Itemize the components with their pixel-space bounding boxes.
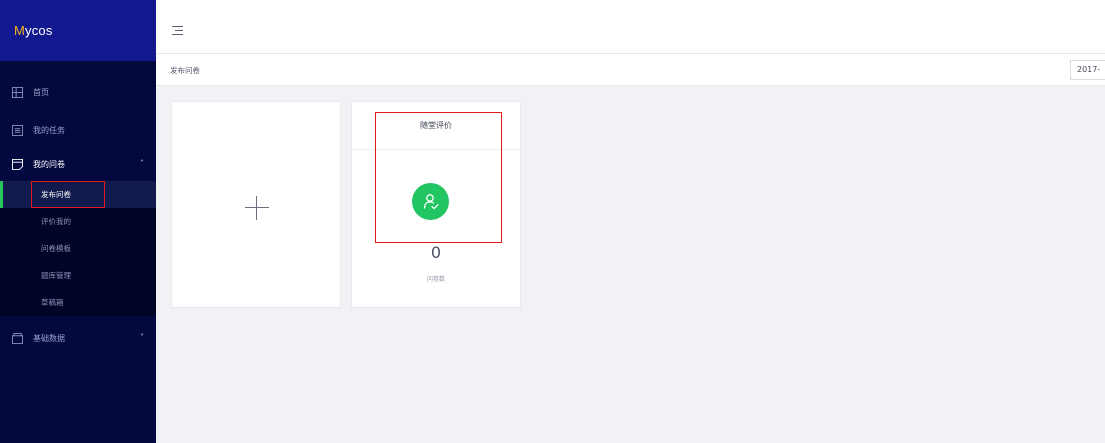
sidebar-item-my-surveys[interactable]: 我的问卷 ˄ bbox=[0, 147, 156, 181]
sidebar-item-label: 基础数据 bbox=[33, 333, 65, 343]
submenu-my-surveys: 发布问卷 评价我的 问卷模板 题库管理 草稿箱 bbox=[0, 181, 156, 316]
logo-bar[interactable]: Mycos bbox=[0, 0, 156, 61]
folder-icon bbox=[12, 332, 23, 344]
sidebar-item-label: 首页 bbox=[33, 87, 49, 97]
sidebar: Mycos 首页 我的任务 我的问卷 ˄ 发布问卷 评价我的 问卷模板 题库管理… bbox=[0, 0, 156, 443]
task-list-icon bbox=[12, 124, 23, 136]
chevron-down-icon: ˅ bbox=[140, 333, 144, 342]
app-window: Mycos 首页 我的任务 我的问卷 ˄ 发布问卷 评价我的 问卷模板 题库管理… bbox=[0, 0, 1105, 443]
sidebar-subitem-label: 题库管理 bbox=[41, 271, 71, 280]
sidebar-subitem-drafts[interactable]: 草稿箱 bbox=[0, 289, 156, 316]
sidebar-item-label: 我的任务 bbox=[33, 125, 65, 135]
sidebar-item-home[interactable]: 首页 bbox=[0, 75, 156, 109]
survey-count-label: 问卷数 bbox=[426, 276, 445, 283]
survey-count: 0 bbox=[430, 243, 442, 262]
sidebar-item-basic-data[interactable]: 基础数据 ˅ bbox=[0, 321, 156, 355]
sidebar-subitem-label: 草稿箱 bbox=[41, 298, 64, 307]
app-logo: Mycos bbox=[14, 23, 53, 38]
top-bar bbox=[156, 0, 1105, 54]
highlight-box bbox=[31, 181, 105, 208]
sidebar-subitem-label: 问卷模板 bbox=[41, 244, 71, 253]
sidebar-subitem-survey-templates[interactable]: 问卷模板 bbox=[0, 235, 156, 262]
breadcrumb: 发布问卷 bbox=[170, 66, 200, 75]
highlight-box bbox=[375, 112, 502, 243]
sidebar-item-label: 我的问卷 bbox=[33, 159, 65, 169]
sidebar-subitem-question-bank[interactable]: 题库管理 bbox=[0, 262, 156, 289]
sidebar-subitem-publish-survey[interactable]: 发布问卷 bbox=[0, 181, 156, 208]
date-filter-input[interactable]: 2017- bbox=[1070, 60, 1105, 80]
sidebar-subitem-label: 评价我的 bbox=[41, 217, 71, 226]
home-grid-icon bbox=[12, 86, 23, 98]
sidebar-item-my-tasks[interactable]: 我的任务 bbox=[0, 113, 156, 147]
add-survey-card[interactable] bbox=[171, 101, 341, 308]
sidebar-subitem-evaluate-me[interactable]: 评价我的 bbox=[0, 208, 156, 235]
breadcrumb-bar: 发布问卷 2017- bbox=[156, 54, 1105, 86]
chevron-up-icon: ˄ bbox=[140, 159, 144, 168]
survey-icon bbox=[12, 158, 23, 170]
plus-icon bbox=[245, 196, 269, 220]
menu-toggle-icon[interactable] bbox=[172, 26, 183, 35]
